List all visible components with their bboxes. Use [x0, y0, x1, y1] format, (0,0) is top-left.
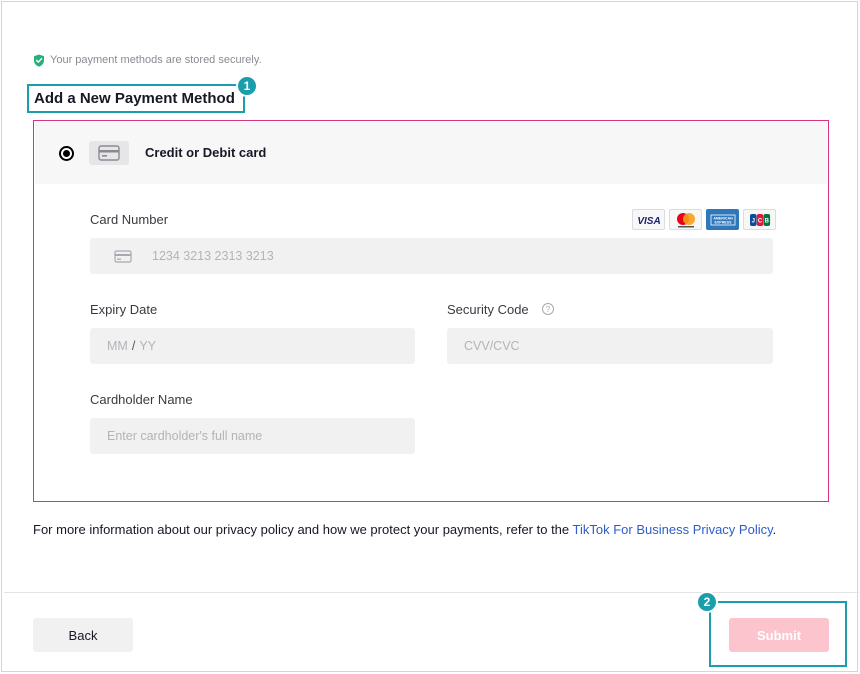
expiry-date-input[interactable]: MM / YY [90, 328, 415, 364]
mastercard-logo-icon [669, 209, 702, 230]
svg-text:C: C [757, 218, 762, 224]
card-number-input[interactable]: 1234 3213 2313 3213 [90, 238, 773, 274]
cardholder-name-input[interactable]: Enter cardholder's full name [90, 418, 415, 454]
footer-divider [4, 592, 859, 593]
callout-badge-2: 2 [696, 591, 718, 613]
section-title-text: Add a New Payment Method [34, 90, 235, 107]
svg-text:EXPRESS: EXPRESS [714, 220, 732, 224]
expiry-month-placeholder: MM [107, 339, 128, 353]
cardholder-name-placeholder: Enter cardholder's full name [107, 429, 263, 443]
payment-method-option[interactable]: Credit or Debit card [35, 122, 827, 184]
secure-note: Your payment methods are stored securely… [33, 52, 262, 68]
callout-badge-1: 1 [236, 75, 258, 97]
expiry-date-label: Expiry Date [90, 302, 158, 317]
payment-method-label: Credit or Debit card [145, 145, 267, 160]
callout-number: 1 [243, 79, 251, 93]
help-icon-glyph: ? [545, 304, 551, 314]
security-code-placeholder: CVV/CVC [464, 339, 520, 353]
callout-number: 2 [703, 595, 711, 609]
privacy-notice: For more information about our privacy p… [33, 519, 823, 540]
cardholder-name-label: Cardholder Name [90, 392, 193, 407]
privacy-policy-link[interactable]: TikTok For Business Privacy Policy [573, 522, 773, 537]
privacy-text: For more information about our privacy p… [33, 522, 573, 537]
security-code-label: Security Code [447, 302, 529, 317]
payment-method-radio[interactable] [59, 146, 74, 161]
svg-text:VISA: VISA [637, 216, 660, 226]
security-code-input[interactable]: CVV/CVC [447, 328, 773, 364]
payment-dialog: Your payment methods are stored securely… [1, 1, 859, 672]
card-brand-logos: VISA AMERICAN EXPRESS J C B [632, 209, 776, 230]
visa-logo-icon: VISA [632, 209, 665, 230]
privacy-suffix: . [772, 522, 777, 537]
radio-selected-dot [63, 150, 70, 157]
secure-note-text: Your payment methods are stored securely… [50, 54, 262, 66]
card-number-label: Card Number [90, 212, 169, 227]
expiry-separator: / [131, 339, 136, 353]
credit-card-icon [114, 249, 132, 263]
section-title: Add a New Payment Method [27, 84, 245, 113]
payment-method-card: Credit or Debit card Card Number VISA AM… [33, 120, 829, 502]
jcb-logo-icon: J C B [743, 209, 776, 230]
help-icon[interactable]: ? [542, 303, 554, 315]
credit-card-icon [89, 141, 129, 165]
back-button[interactable]: Back [33, 618, 133, 652]
svg-text:J: J [751, 218, 754, 224]
expiry-year-placeholder: YY [139, 339, 156, 353]
amex-logo-icon: AMERICAN EXPRESS [706, 209, 739, 230]
shield-check-icon [34, 54, 44, 67]
card-number-placeholder: 1234 3213 2313 3213 [152, 249, 274, 263]
svg-text:B: B [764, 218, 769, 224]
submit-button[interactable]: Submit [729, 618, 829, 652]
